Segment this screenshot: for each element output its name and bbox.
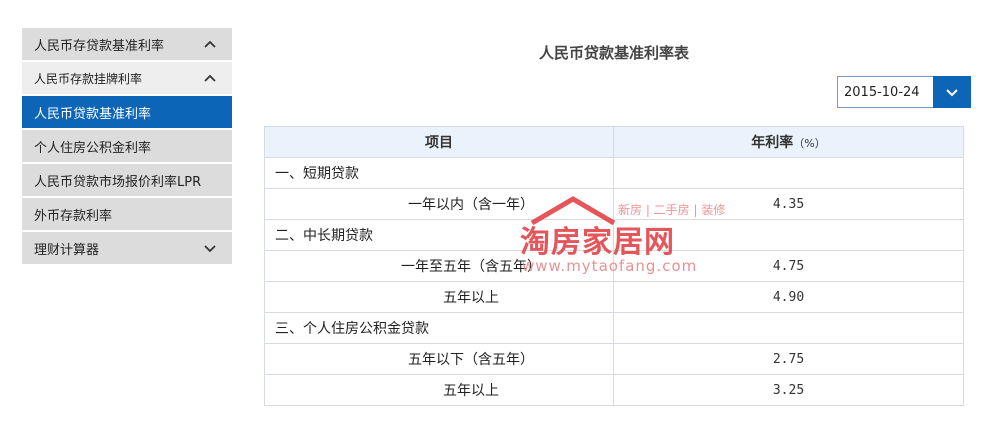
chevron-down-icon xyxy=(946,89,958,97)
sidebar: 人民币存贷款基准利率 人民币存款挂牌利率 人民币贷款基准利率 个人住房公积金利率… xyxy=(22,28,232,266)
table-row: 五年以上 3.25 xyxy=(264,374,964,406)
chevron-up-icon xyxy=(202,70,218,86)
row-rate xyxy=(613,219,964,251)
row-item: 一年以内（含一年） xyxy=(264,188,614,220)
header-rate-label: 年利率 xyxy=(751,135,794,151)
row-item: 五年以上 xyxy=(264,374,614,406)
sidebar-item-foreign-deposit[interactable]: 外币存款利率 xyxy=(22,198,232,230)
table-row: 一年以内（含一年） 4.35 xyxy=(264,188,964,220)
table-row: 一年至五年（含五年） 4.75 xyxy=(264,250,964,282)
row-rate: 4.35 xyxy=(613,188,964,220)
rate-table: 项目 年利率（%） 一、短期贷款 一年以内（含一年） 4.35 二、中长期贷款 … xyxy=(264,126,964,406)
sidebar-item-deposit-listed-rate[interactable]: 人民币存款挂牌利率 xyxy=(22,62,232,94)
table-row: 三、个人住房公积金贷款 xyxy=(264,312,964,344)
sidebar-item-label: 人民币贷款基准利率 xyxy=(34,106,152,122)
row-rate: 4.90 xyxy=(613,281,964,313)
sidebar-item-housing-fund-rate[interactable]: 个人住房公积金利率 xyxy=(22,130,232,162)
row-rate xyxy=(613,157,964,189)
row-item: 一年至五年（含五年） xyxy=(264,250,614,282)
date-select-toggle[interactable] xyxy=(933,76,971,108)
table-row: 五年以上 4.90 xyxy=(264,281,964,313)
sidebar-item-label: 人民币存贷款基准利率 xyxy=(34,38,165,54)
header-rate-unit: （%） xyxy=(793,137,826,150)
row-item: 五年以上 xyxy=(264,281,614,313)
row-rate: 4.75 xyxy=(613,250,964,282)
row-item: 三、个人住房公积金贷款 xyxy=(264,312,614,344)
sidebar-item-label: 人民币贷款市场报价利率LPR xyxy=(34,174,202,190)
chevron-down-icon xyxy=(202,240,218,256)
sidebar-item-label: 个人住房公积金利率 xyxy=(34,140,152,156)
sidebar-item-deposit-loan-benchmark[interactable]: 人民币存贷款基准利率 xyxy=(22,28,232,60)
page-title: 人民币贷款基准利率表 xyxy=(538,44,689,62)
table-row: 二、中长期贷款 xyxy=(264,219,964,251)
row-item: 一、短期贷款 xyxy=(264,157,614,189)
sidebar-item-label: 理财计算器 xyxy=(34,242,100,258)
row-rate: 3.25 xyxy=(613,374,964,406)
table-header-row: 项目 年利率（%） xyxy=(264,126,964,158)
sidebar-item-lpr[interactable]: 人民币贷款市场报价利率LPR xyxy=(22,164,232,196)
header-item: 项目 xyxy=(264,126,614,158)
sidebar-item-loan-benchmark[interactable]: 人民币贷款基准利率 xyxy=(22,96,232,128)
table-row: 一、短期贷款 xyxy=(264,157,964,189)
header-rate: 年利率（%） xyxy=(613,126,964,158)
row-item: 五年以下（含五年） xyxy=(264,343,614,375)
sidebar-item-label: 外币存款利率 xyxy=(34,208,113,224)
sidebar-item-label: 人民币存款挂牌利率 xyxy=(34,71,143,86)
row-rate: 2.75 xyxy=(613,343,964,375)
date-select-value[interactable]: 2015-10-24 xyxy=(837,76,933,108)
row-rate xyxy=(613,312,964,344)
chevron-up-icon xyxy=(202,36,218,52)
sidebar-item-calculator[interactable]: 理财计算器 xyxy=(22,232,232,264)
date-select[interactable]: 2015-10-24 xyxy=(837,76,971,108)
table-row: 五年以下（含五年） 2.75 xyxy=(264,343,964,375)
row-item: 二、中长期贷款 xyxy=(264,219,614,251)
